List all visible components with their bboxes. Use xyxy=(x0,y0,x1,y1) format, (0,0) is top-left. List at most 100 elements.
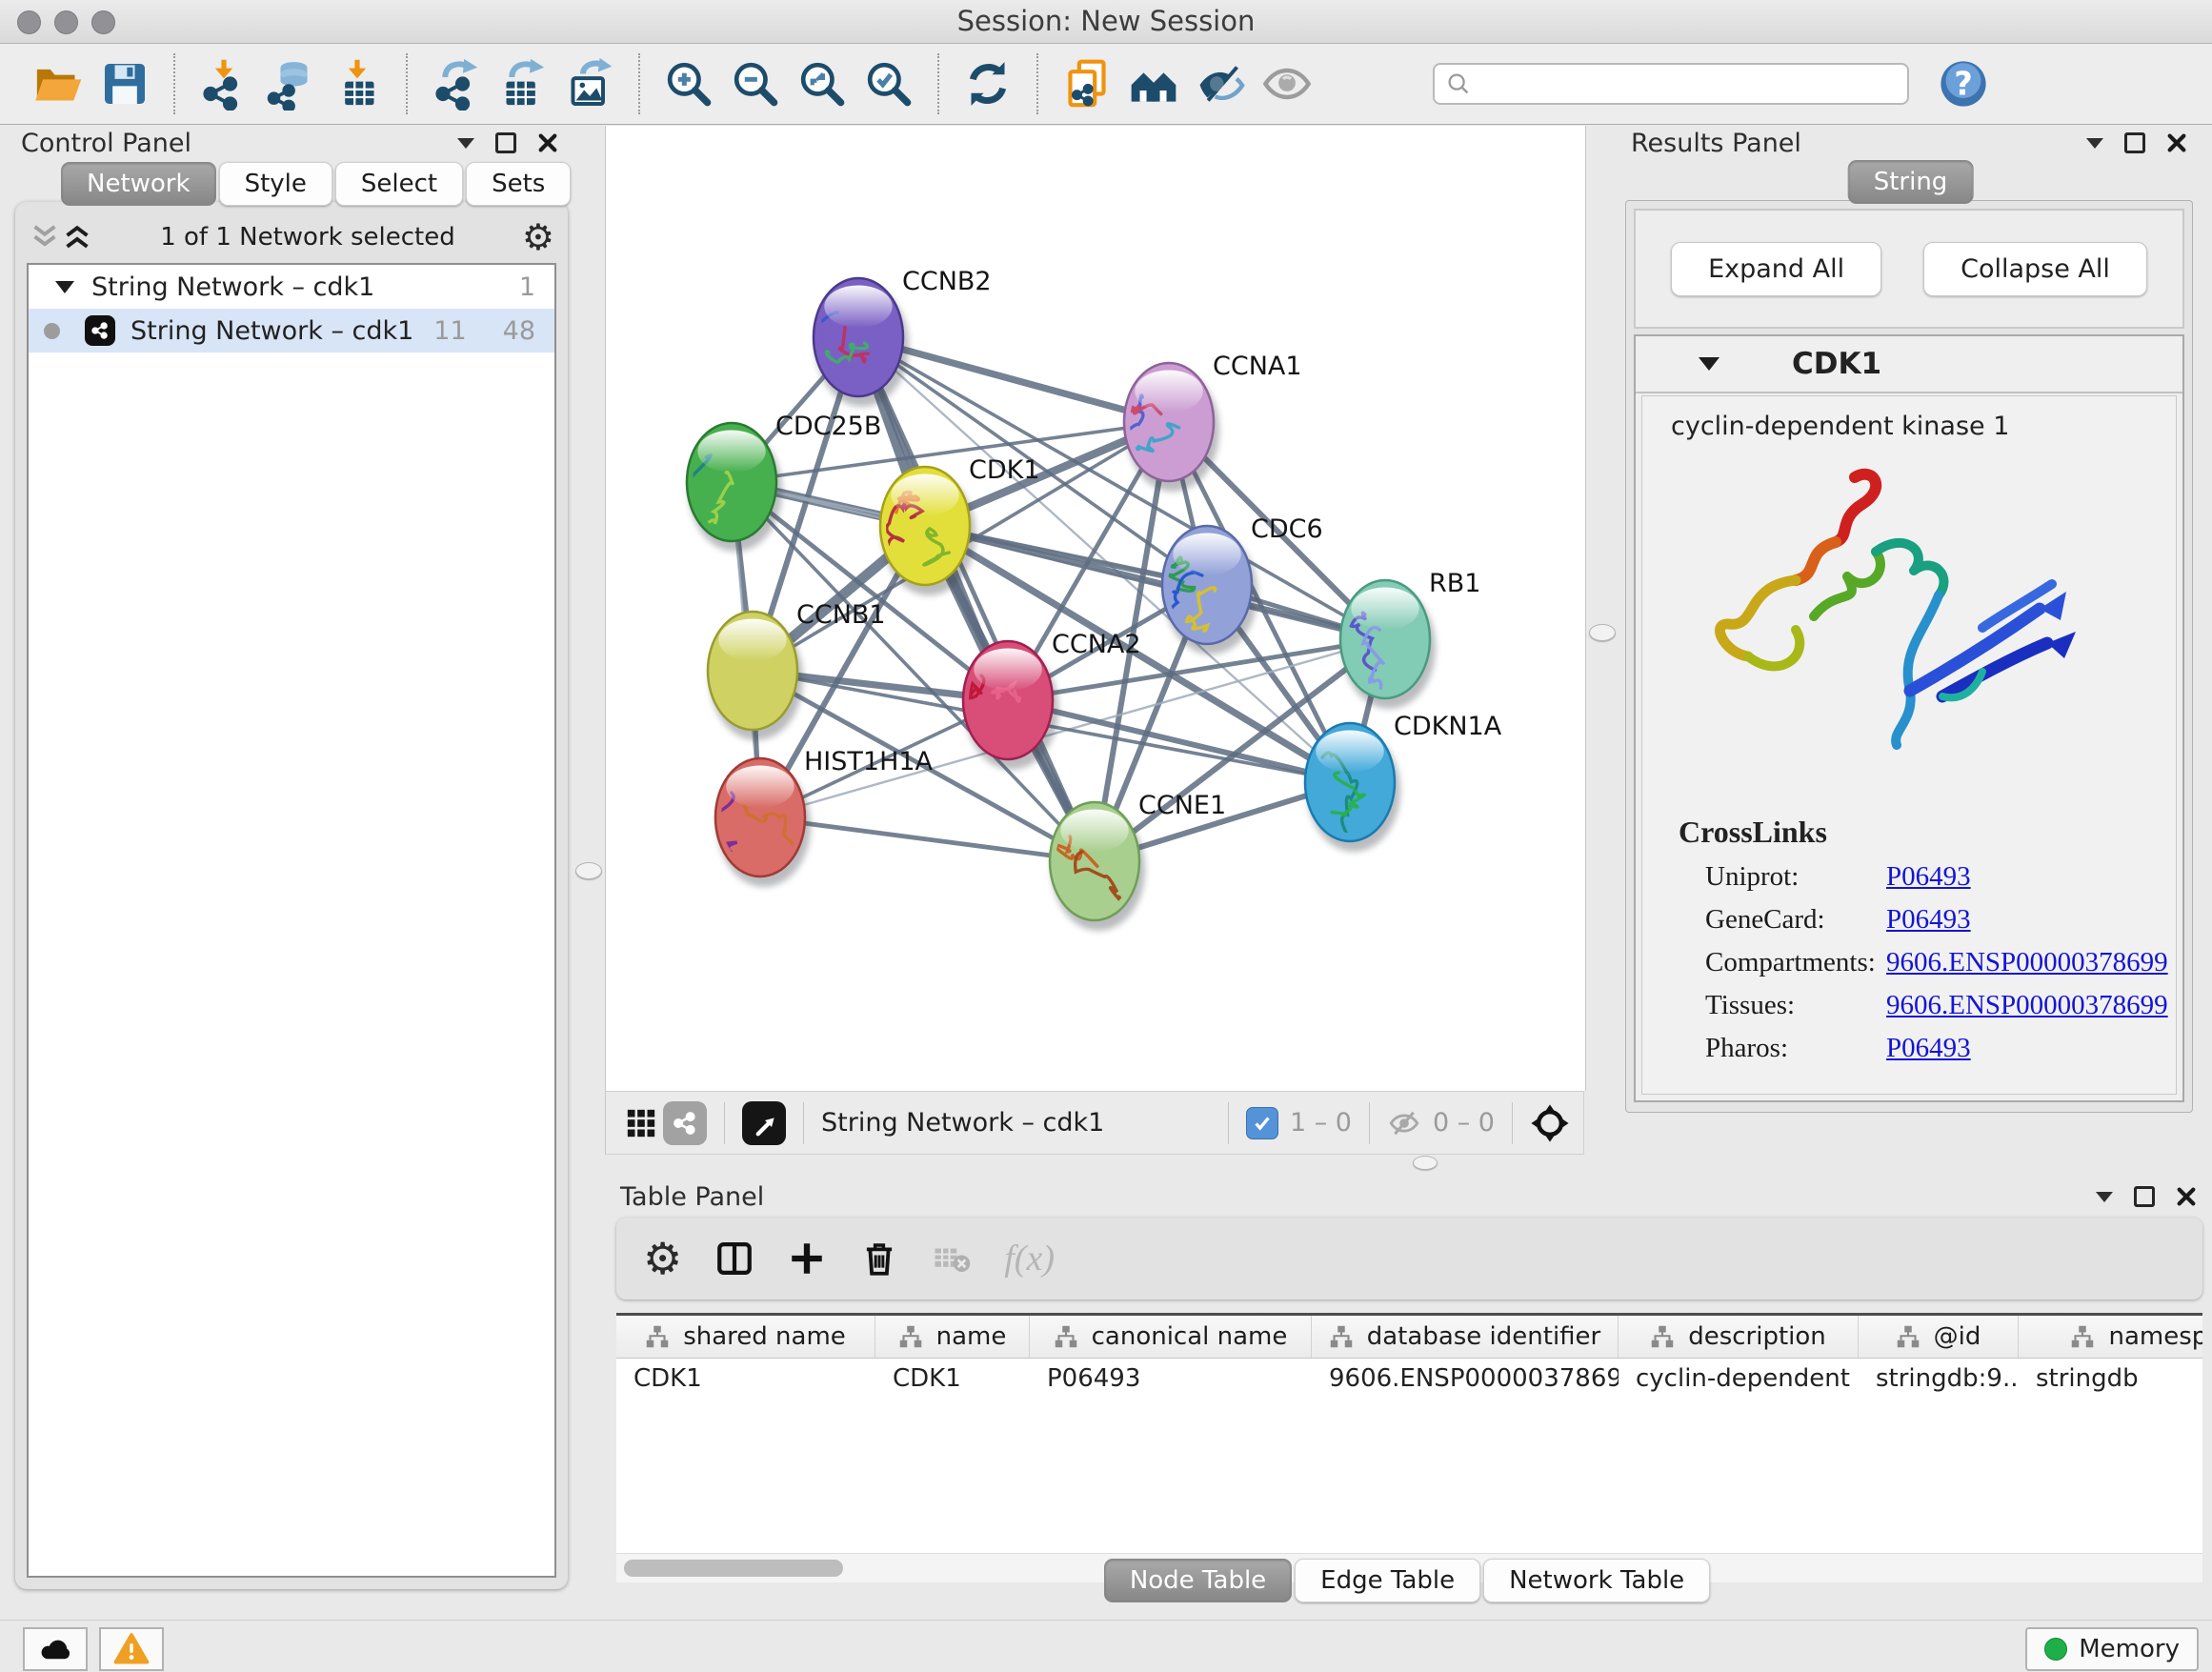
collection-expand-caret-icon[interactable] xyxy=(55,281,74,293)
refresh-button[interactable] xyxy=(955,52,1021,115)
crosslink-link[interactable]: P06493 xyxy=(1886,1033,1971,1064)
hide-graphics-details-button[interactable] xyxy=(1187,52,1254,115)
panel-close-icon[interactable] xyxy=(2166,132,2187,153)
crosslink-link[interactable]: 9606.ENSP00000378699 xyxy=(1886,947,2168,978)
panel-float-icon[interactable] xyxy=(495,132,516,153)
crosslink-label: Uniprot: xyxy=(1705,861,1886,893)
network-graph[interactable]: CCNB2CCNA1CDC25BCDK1CDC6RB1CCNB1CCNA2CDK… xyxy=(606,126,1585,1091)
left-splitter-handle[interactable] xyxy=(575,862,602,879)
table-cell[interactable]: CDK1 xyxy=(875,1364,1030,1393)
selected-checkbox-icon[interactable] xyxy=(1246,1107,1278,1139)
network-node-CDC6[interactable]: CDC6 xyxy=(1160,514,1322,655)
window-title: Session: New Session xyxy=(0,0,2212,43)
tab-style[interactable]: Style xyxy=(219,162,332,206)
tab-network[interactable]: Network xyxy=(61,162,216,206)
node-table[interactable]: shared namenamecanonical namedatabase id… xyxy=(616,1313,2202,1558)
network-node-CCNA1[interactable]: CCNA1 xyxy=(1108,352,1302,492)
entry-header[interactable]: CDK1 xyxy=(1636,336,2182,393)
column-header-canonical-name[interactable]: canonical name xyxy=(1030,1316,1312,1358)
memory-button[interactable]: Memory xyxy=(2025,1627,2199,1671)
entry-collapse-caret-icon[interactable] xyxy=(1699,357,1719,371)
table-cell[interactable]: CDK1 xyxy=(616,1364,875,1393)
column-header-database-identifier[interactable]: database identifier xyxy=(1312,1316,1619,1358)
import-database-button[interactable] xyxy=(257,52,324,115)
crosslink-label: Compartments: xyxy=(1705,947,1886,978)
string-share-icon[interactable] xyxy=(663,1101,707,1145)
network-node-CCNB1[interactable]: CCNB1 xyxy=(708,600,886,740)
tab-network-table[interactable]: Network Table xyxy=(1483,1559,1710,1602)
import-table-button[interactable] xyxy=(324,52,391,115)
zoom-selected-button[interactable] xyxy=(855,52,922,115)
show-graphics-details-button[interactable] xyxy=(1254,52,1320,115)
network-options-gear-icon[interactable]: ⚙ xyxy=(522,219,554,255)
column-header-shared-name[interactable]: shared name xyxy=(616,1316,875,1358)
collapse-all-button[interactable]: Collapse All xyxy=(1923,242,2147,296)
horizontal-splitter-handle[interactable] xyxy=(1413,1156,1438,1170)
column-header-id[interactable]: @id xyxy=(1859,1316,2019,1358)
table-cell[interactable]: stringdb:9... xyxy=(1859,1364,2019,1393)
table-cell[interactable]: cyclin-dependent ... xyxy=(1619,1364,1859,1393)
table-row[interactable]: CDK1CDK1P064939606.ENSP00000378699cyclin… xyxy=(616,1359,2202,1399)
table-cell[interactable]: P06493 xyxy=(1030,1364,1312,1393)
search-box[interactable] xyxy=(1433,63,1909,105)
panel-float-icon[interactable] xyxy=(2124,132,2145,153)
node-label: CDC6 xyxy=(1251,514,1323,544)
tab-sets[interactable]: Sets xyxy=(466,162,571,206)
network-node-CCNE1[interactable]: CCNE1 xyxy=(1050,791,1226,931)
export-table-button[interactable] xyxy=(490,52,556,115)
cloud-status-button[interactable] xyxy=(23,1627,88,1671)
help-button[interactable]: ? xyxy=(1938,58,1989,110)
zoom-in-button[interactable] xyxy=(655,52,722,115)
panel-menu-icon[interactable] xyxy=(2096,1192,2113,1202)
table-cell[interactable]: stringdb xyxy=(2019,1364,2202,1393)
import-database-icon xyxy=(264,57,317,111)
add-column-icon[interactable] xyxy=(787,1239,827,1279)
network-node-CDK1[interactable]: CDK1 xyxy=(880,455,1040,595)
zoom-fit-button[interactable] xyxy=(789,52,855,115)
tab-string[interactable]: String xyxy=(1848,160,1974,204)
grid-view-icon[interactable] xyxy=(619,1101,663,1145)
panel-close-icon[interactable] xyxy=(2176,1186,2197,1207)
zoom-out-button[interactable] xyxy=(722,52,789,115)
network-row[interactable]: String Network – cdk1 11 48 xyxy=(29,309,554,353)
search-input[interactable] xyxy=(1473,66,1907,102)
table-cell[interactable]: 9606.ENSP00000378699 xyxy=(1312,1364,1619,1393)
network-canvas[interactable]: CCNB2CCNA1CDC25BCDK1CDC6RB1CCNB1CCNA2CDK… xyxy=(605,126,1586,1091)
crosslink-link[interactable]: 9606.ENSP00000378699 xyxy=(1886,990,2168,1021)
save-session-button[interactable] xyxy=(91,52,158,115)
hidden-eye-icon[interactable] xyxy=(1387,1106,1421,1140)
show-columns-icon[interactable] xyxy=(714,1239,754,1279)
panel-float-icon[interactable] xyxy=(2134,1186,2155,1207)
panel-menu-icon[interactable] xyxy=(2086,138,2103,149)
column-header-name[interactable]: name xyxy=(875,1316,1030,1358)
panel-close-icon[interactable] xyxy=(537,132,558,153)
right-splitter-handle[interactable] xyxy=(1589,624,1616,641)
open-session-button[interactable] xyxy=(25,52,91,115)
warning-status-button[interactable] xyxy=(99,1627,164,1671)
import-network-button[interactable] xyxy=(191,52,257,115)
export-network-button[interactable] xyxy=(423,52,490,115)
column-header-description[interactable]: description xyxy=(1619,1316,1859,1358)
column-header-namespace[interactable]: namespace xyxy=(2019,1316,2202,1358)
tab-node-table[interactable]: Node Table xyxy=(1104,1559,1292,1602)
open-documents-button[interactable] xyxy=(1054,52,1120,115)
tab-select[interactable]: Select xyxy=(335,162,463,206)
panel-menu-icon[interactable] xyxy=(457,138,474,149)
export-image-button[interactable] xyxy=(556,52,623,115)
tab-edge-table[interactable]: Edge Table xyxy=(1295,1559,1480,1602)
expand-all-chevron-icon[interactable] xyxy=(61,223,93,252)
collapse-all-chevron-icon[interactable] xyxy=(29,223,61,252)
table-options-gear-icon[interactable]: ⚙ xyxy=(643,1240,682,1277)
center-view-crosshair-icon[interactable] xyxy=(1530,1103,1570,1143)
network-node-CDKN1A[interactable]: CDKN1A xyxy=(1305,712,1502,852)
network-node-HIST1H1A[interactable]: HIST1H1A xyxy=(712,747,934,887)
network-node-CDC25B[interactable]: CDC25B xyxy=(646,412,881,552)
crosslink-link[interactable]: P06493 xyxy=(1886,904,1971,936)
network-collection-row[interactable]: String Network – cdk1 1 xyxy=(29,265,554,309)
expand-all-button[interactable]: Expand All xyxy=(1671,242,1881,296)
network-node-RB1[interactable]: RB1 xyxy=(1340,569,1480,709)
delete-column-icon[interactable] xyxy=(859,1239,899,1279)
crosslink-link[interactable]: P06493 xyxy=(1886,861,1971,893)
home-button[interactable] xyxy=(1120,52,1187,115)
birdseye-view-icon[interactable] xyxy=(742,1101,786,1145)
